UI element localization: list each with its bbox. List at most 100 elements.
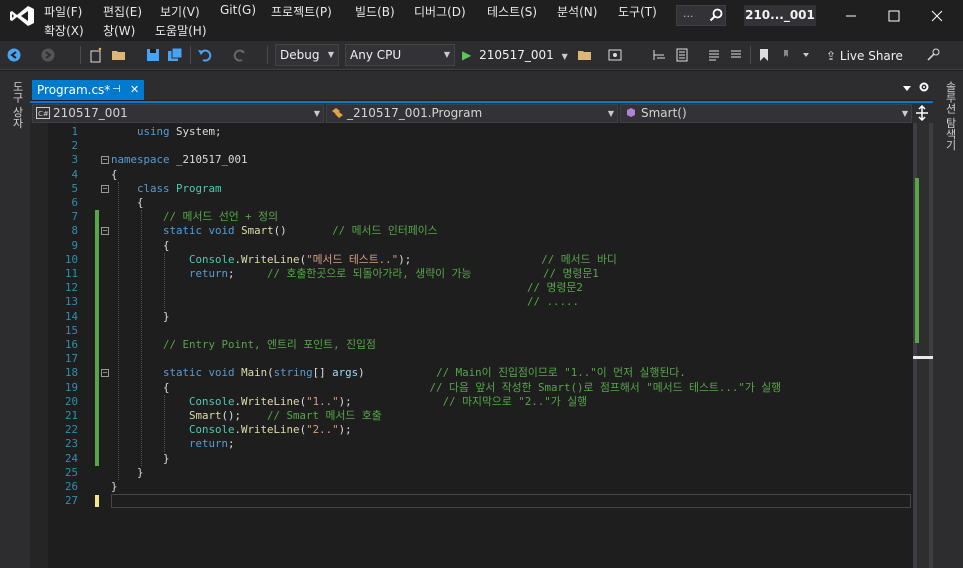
code-line[interactable]: 15	[48, 323, 913, 338]
code-line[interactable]: 26}	[48, 480, 913, 494]
line-number: 4	[71, 167, 78, 181]
toolbar-separator	[190, 46, 191, 64]
code-line[interactable]: 13 // .....	[48, 295, 913, 310]
undo-icon[interactable]	[197, 47, 213, 63]
settings-gear-icon[interactable]	[918, 81, 930, 93]
redo-icon[interactable]	[232, 47, 248, 63]
class-dropdown[interactable]: _210517_001.Program ▼	[326, 104, 618, 123]
change-marker	[95, 437, 99, 452]
code-line[interactable]: 14 }	[48, 309, 913, 324]
menu-test[interactable]: 테스트(S)	[487, 3, 537, 20]
scrollbar-caret-marker	[913, 356, 933, 359]
method-icon	[627, 108, 635, 117]
forward-icon[interactable]	[40, 47, 56, 63]
code-line[interactable]: 8 − static void Smart() // 메서드 인터페이스	[48, 224, 913, 239]
code-line[interactable]: 22 Console.WriteLine("2..");	[48, 423, 913, 438]
code-editor[interactable]: 1 using System; 2 3− namespace _210517_001 4…	[30, 123, 933, 568]
pin-icon[interactable]: ⊣	[112, 80, 121, 100]
menu-window[interactable]: 창(W)	[103, 22, 135, 39]
code-line[interactable]: 3 − namespace _210517_001	[48, 153, 913, 167]
save-all-icon[interactable]	[167, 47, 183, 63]
code-line[interactable]: 7 // 메서드 선언 + 정의	[48, 210, 913, 225]
menu-extensions[interactable]: 확장(X)	[44, 22, 84, 39]
code-line[interactable]: 23 return;	[48, 437, 913, 452]
menu-debug[interactable]: 디버그(D)	[414, 3, 466, 20]
split-window-icon[interactable]	[914, 105, 930, 121]
code-line[interactable]: 10 Console.WriteLine("메서드 테스트.."); // 메서…	[48, 252, 913, 267]
toolbar-overflow-icon[interactable]	[798, 47, 814, 63]
platform-select[interactable]: Any CPU ▼	[345, 44, 455, 66]
code-line[interactable]: 25 }	[48, 466, 913, 480]
back-icon[interactable]	[6, 47, 22, 63]
change-marker	[95, 295, 99, 310]
code-line[interactable]: 1 using System;	[48, 125, 913, 139]
code-line[interactable]: 4{	[48, 168, 913, 182]
indent-guide	[164, 394, 165, 452]
change-marker	[95, 338, 99, 353]
member-dropdown[interactable]: Smart() ▼	[620, 104, 912, 123]
code-line[interactable]: 2	[48, 139, 913, 153]
collapse-outline-icon[interactable]: −	[101, 369, 109, 378]
chevron-down-icon: ▼	[443, 50, 450, 59]
code-line[interactable]: 11 return; // 호출한곳으로 되돌아가라, 생략이 가능 // 명령…	[48, 267, 913, 282]
code-line[interactable]: 16 // Entry Point, 엔트리 포인트, 진입점	[48, 338, 913, 353]
new-project-icon[interactable]	[88, 47, 104, 63]
screenshot-icon[interactable]	[607, 47, 623, 63]
save-icon[interactable]	[145, 47, 161, 63]
step-icon[interactable]	[652, 47, 668, 63]
code-line[interactable]: 9 {	[48, 238, 913, 253]
code-text: // Entry Point, 엔트리 포인트, 진입점	[163, 338, 376, 351]
code-text: Console.WriteLine("메서드 테스트.."); // 메서드 바…	[189, 252, 617, 266]
collapse-outline-icon[interactable]: −	[101, 227, 109, 236]
menu-file[interactable]: 파일(F)	[44, 3, 82, 20]
search-icon[interactable]	[709, 8, 723, 22]
close-window-icon[interactable]	[917, 4, 957, 28]
code-line[interactable]: 24 }	[48, 451, 913, 466]
menu-help[interactable]: 도움말(H)	[155, 22, 207, 39]
code-line[interactable]: 21 Smart(); // Smart 메서드 호출	[48, 409, 913, 424]
menu-analyze[interactable]: 분석(N)	[557, 3, 597, 20]
vertical-scrollbar[interactable]	[913, 123, 933, 568]
code-line[interactable]: 6 {	[48, 196, 913, 210]
code-line[interactable]: 18 − static void Main(string[] args) // M…	[48, 366, 913, 381]
tab-program-cs[interactable]: Program.cs* ⊣ ✕	[32, 80, 144, 100]
menu-git[interactable]: Git(G)	[220, 3, 256, 17]
code-line[interactable]: 12 // 명령문2	[48, 281, 913, 296]
bookmark-icon[interactable]	[756, 47, 772, 63]
menu-edit[interactable]: 편집(E)	[103, 3, 142, 20]
menu-project[interactable]: 프로젝트(P)	[271, 3, 332, 20]
configuration-select[interactable]: Debug ▼	[275, 44, 339, 66]
folder-browse-icon[interactable]	[577, 47, 593, 63]
solution-explorer-tab[interactable]: 솔루션 탐색기	[942, 81, 958, 151]
code-line[interactable]: 20 Console.WriteLine("1.."); // 마지막으로 "2…	[48, 394, 913, 409]
start-debugging-button[interactable]: ▶ 210517_001 ▼	[462, 44, 570, 66]
uncomment-icon[interactable]	[728, 47, 744, 63]
search-box[interactable]: ...	[676, 5, 726, 26]
tab-list-dropdown-icon[interactable]	[901, 83, 913, 93]
comment-out-icon[interactable]	[706, 47, 722, 63]
menu-tools[interactable]: 도구(T)	[618, 3, 657, 20]
collapse-outline-icon[interactable]: −	[101, 184, 109, 193]
line-number: 16	[64, 338, 78, 351]
minimize-icon[interactable]	[831, 4, 871, 28]
line-number: 6	[71, 196, 78, 209]
breakpoints-icon[interactable]	[674, 47, 690, 63]
code-lines[interactable]: 1 using System; 2 3− namespace _210517_001 4…	[48, 123, 913, 568]
code-line[interactable]: 5 − class Program	[48, 182, 913, 196]
code-text: static void Smart() // 메서드 인터페이스	[163, 224, 438, 238]
toolbox-tab[interactable]: 도구 상자	[9, 81, 25, 129]
project-dropdown[interactable]: C# 210517_001 ▼	[32, 104, 324, 123]
menu-build[interactable]: 빌드(B)	[355, 3, 395, 20]
live-share-button[interactable]: ⇪ Live Share	[826, 45, 903, 67]
collapse-outline-icon[interactable]: −	[101, 156, 109, 165]
menu-view[interactable]: 보기(V)	[160, 3, 200, 20]
line-number: 13	[64, 295, 78, 309]
close-tab-icon[interactable]: ✕	[130, 80, 139, 100]
feedback-icon[interactable]	[926, 47, 942, 63]
maximize-icon[interactable]	[874, 4, 914, 28]
code-line[interactable]: 19 { // 다음 앞서 작성한 Smart()로 점프해서 "메서드 테스트…	[48, 380, 913, 395]
code-line[interactable]: 17	[48, 352, 913, 367]
member-name: Smart()	[641, 106, 687, 120]
bookmark-prev-icon[interactable]	[778, 47, 794, 63]
open-folder-icon[interactable]	[111, 47, 127, 63]
